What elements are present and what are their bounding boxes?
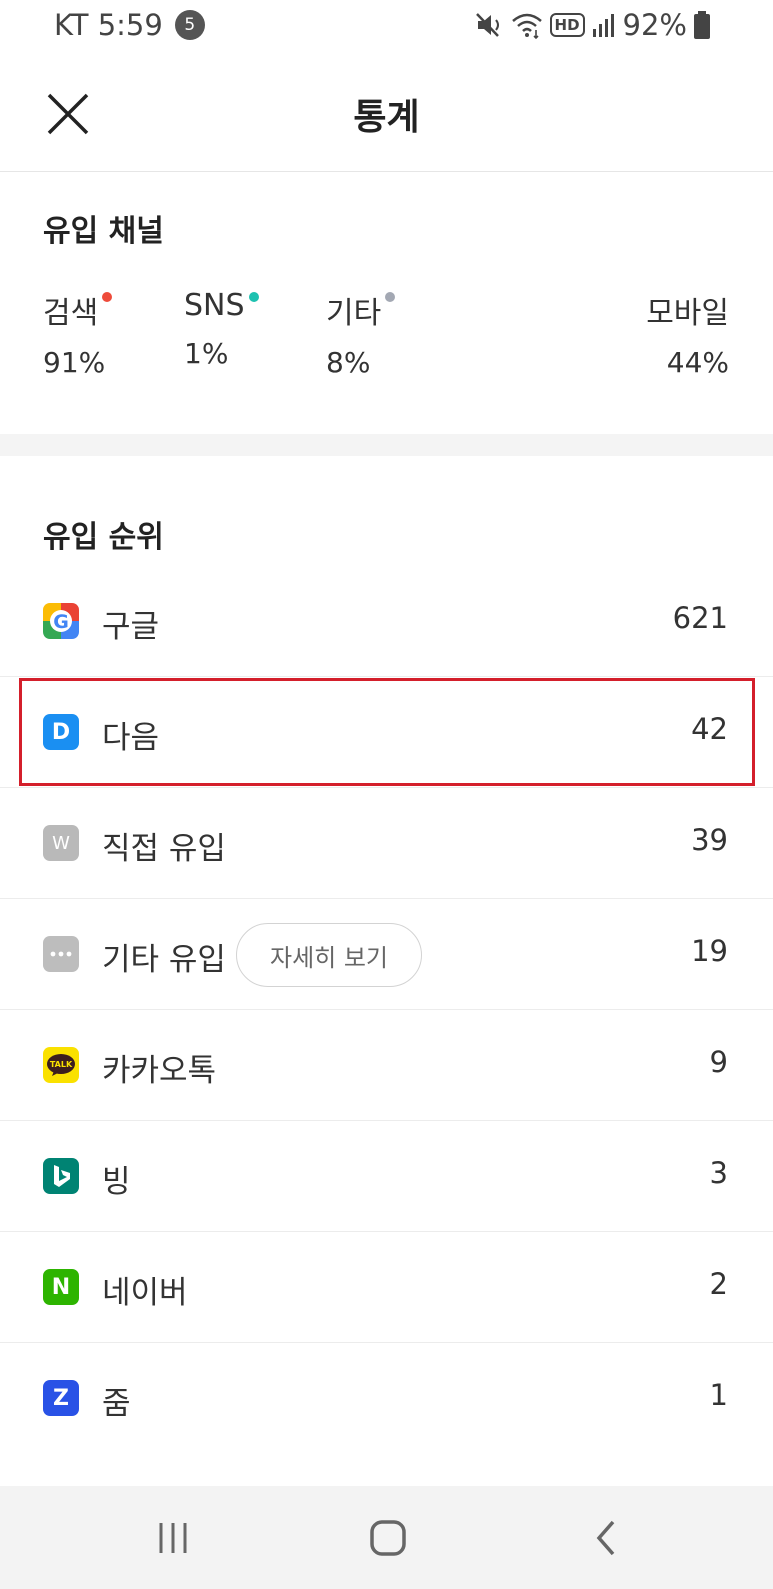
kakao-talk-text: TALK <box>50 1060 73 1069</box>
more-dots-icon <box>43 936 79 972</box>
recent-apps-button[interactable] <box>143 1516 203 1560</box>
battery-percent: 92% <box>622 8 687 42</box>
svg-text:G: G <box>53 611 69 633</box>
rank-label: 빙 <box>102 1164 131 1200</box>
signal-icon <box>592 14 614 37</box>
page-title: 통계 <box>353 97 420 138</box>
daum-icon: D <box>43 714 79 750</box>
channel-value: 1% <box>184 337 229 370</box>
rank-row-bing[interactable]: 빙 3 <box>0 1121 773 1232</box>
inflow-channel-title: 유입 채널 <box>43 214 164 249</box>
back-button[interactable] <box>576 1516 636 1560</box>
recent-apps-icon <box>159 1523 187 1553</box>
battery-icon <box>694 11 710 39</box>
mute-vibrate-icon <box>475 13 499 37</box>
rank-count: 9 <box>709 1045 728 1079</box>
channel-sns: SNS 1% <box>184 288 259 370</box>
status-bar: KT 5:59 5 HD 92% <box>0 0 773 56</box>
rank-count: 2 <box>709 1267 728 1301</box>
rank-count: 1 <box>709 1378 728 1412</box>
rank-row-daum[interactable]: D 다음 42 <box>0 677 773 788</box>
rank-count: 3 <box>709 1156 728 1190</box>
direct-inflow-icon: W <box>43 825 79 861</box>
rank-label: 카카오톡 <box>102 1053 217 1089</box>
channel-search: 검색 91% <box>43 288 113 379</box>
inflow-rank-title: 유입 순위 <box>43 520 164 555</box>
channel-value: 91% <box>43 346 106 379</box>
rank-label: 줌 <box>102 1386 131 1422</box>
home-icon <box>370 1520 406 1556</box>
rank-count: 621 <box>672 601 728 635</box>
section-divider <box>0 434 773 456</box>
home-button[interactable] <box>358 1516 418 1560</box>
search-dot-icon <box>102 292 113 302</box>
rank-row-kakaotalk[interactable]: TALK 카카오톡 9 <box>0 1010 773 1121</box>
back-icon <box>596 1520 615 1556</box>
mobile-value: 44% <box>666 346 729 379</box>
rank-row-other[interactable]: 기타 유입 자세히 보기 19 <box>0 899 773 1010</box>
wifi-icon <box>511 13 542 40</box>
channel-label: 기타 <box>326 296 382 331</box>
rank-count: 42 <box>691 712 728 746</box>
kakaotalk-icon: TALK <box>43 1047 79 1083</box>
google-icon: G <box>43 603 79 639</box>
system-nav-bar <box>0 1486 773 1589</box>
channel-mobile: 모바일 44% <box>646 288 729 379</box>
zum-icon: Z <box>43 1380 79 1416</box>
channel-label: SNS <box>184 288 245 323</box>
rank-label: 직접 유입 <box>102 831 226 867</box>
naver-icon: N <box>43 1269 79 1305</box>
rank-label: 네이버 <box>102 1275 188 1311</box>
channel-value: 8% <box>326 346 371 379</box>
channel-other: 기타 8% <box>326 288 396 379</box>
rank-label: 구글 <box>102 609 160 645</box>
sns-dot-icon <box>248 292 259 302</box>
rank-count: 39 <box>691 823 728 857</box>
rank-label: 다음 <box>102 720 160 756</box>
rank-label: 기타 유입 <box>102 942 226 978</box>
app-header: 통계 <box>0 56 773 172</box>
rank-row-direct[interactable]: W 직접 유입 39 <box>0 788 773 899</box>
channel-label: 검색 <box>43 296 99 331</box>
status-left: KT 5:59 5 <box>54 8 205 42</box>
rank-row-naver[interactable]: N 네이버 2 <box>0 1232 773 1343</box>
bing-icon <box>43 1158 79 1194</box>
hd-voice-icon: HD <box>549 13 585 37</box>
rank-count: 19 <box>691 934 728 968</box>
notification-count-badge: 5 <box>174 10 205 40</box>
rank-row-zum[interactable]: Z 줌 1 <box>0 1343 773 1454</box>
other-dot-icon <box>385 292 396 302</box>
status-right: HD 92% <box>474 8 711 42</box>
view-details-button[interactable]: 자세히 보기 <box>236 923 422 987</box>
carrier-time: KT 5:59 <box>54 8 163 42</box>
mobile-label: 모바일 <box>646 296 729 331</box>
rank-row-google[interactable]: G 구글 621 <box>0 566 773 677</box>
